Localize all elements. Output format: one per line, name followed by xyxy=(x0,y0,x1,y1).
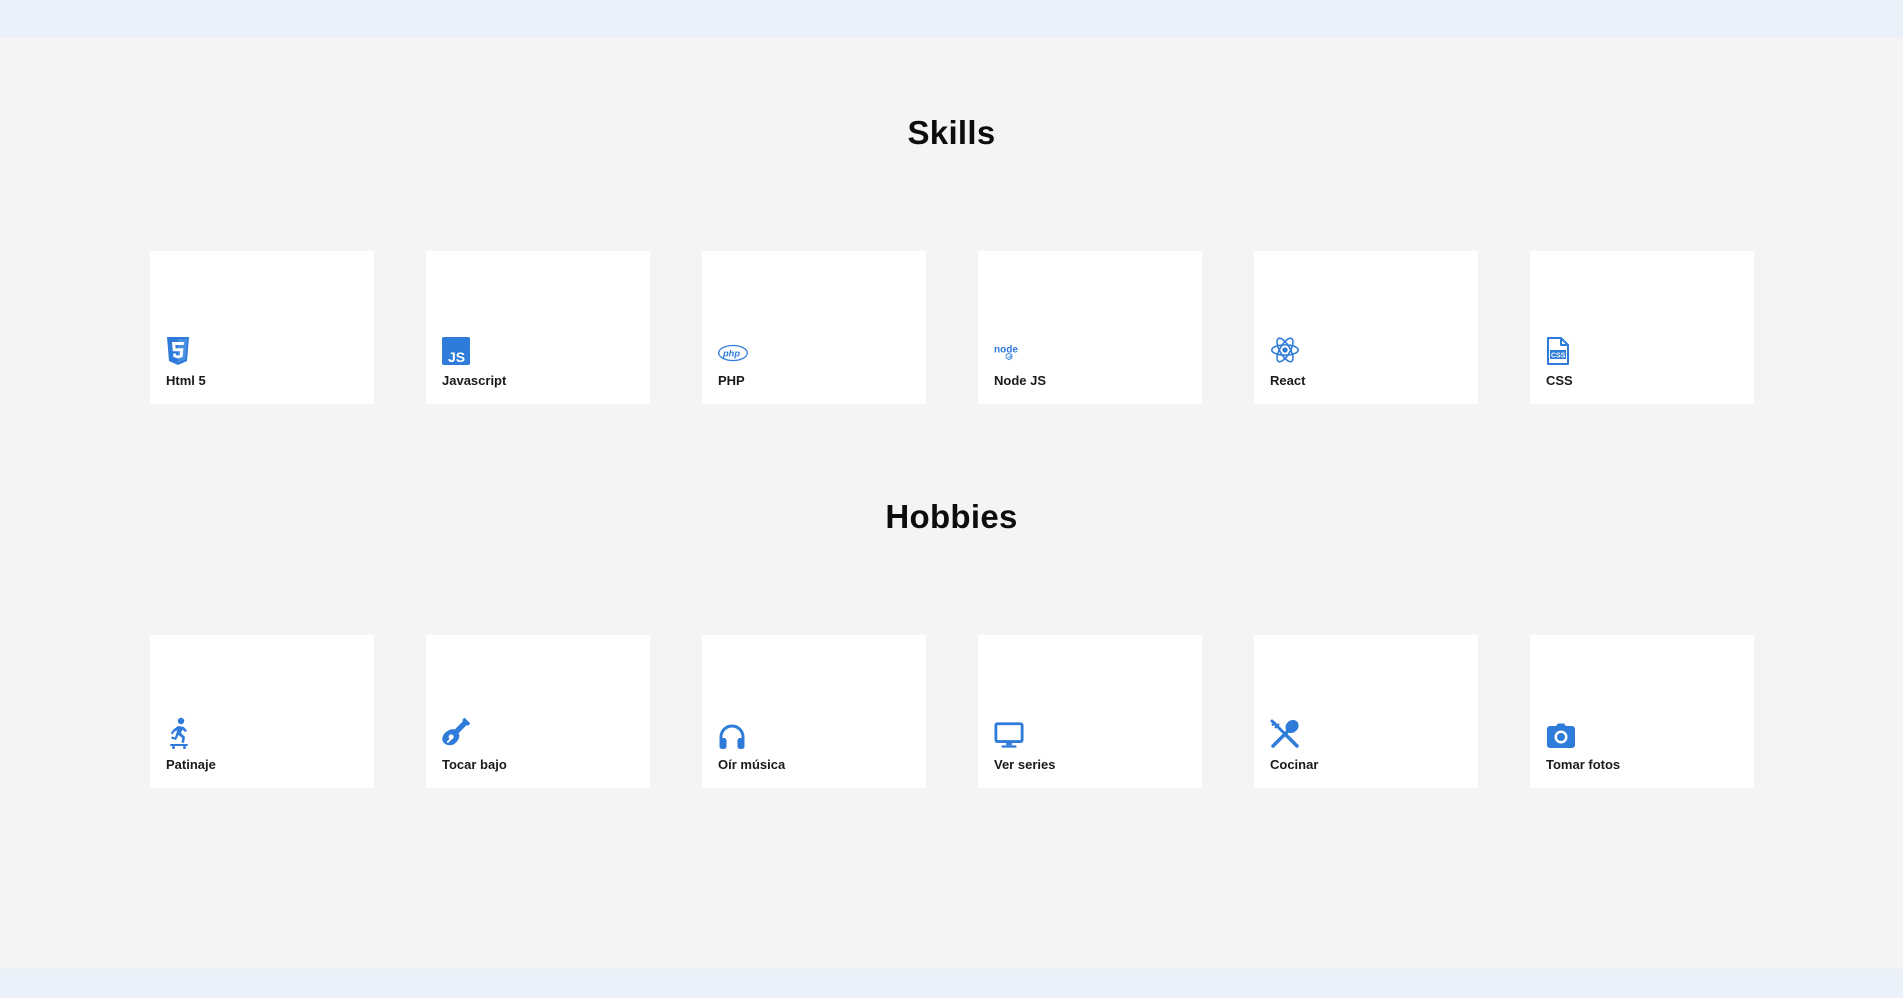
svg-text:JS: JS xyxy=(448,349,465,365)
hobbies-grid: Patinaje Tocar bajo Oír música Ver serie… xyxy=(150,635,1754,788)
nodejs-icon: node JS xyxy=(994,335,1024,365)
svg-text:CSS: CSS xyxy=(1551,353,1566,360)
hobby-label: Patinaje xyxy=(166,757,216,772)
skill-card-php[interactable]: php PHP xyxy=(702,251,926,404)
hobby-card-tomar-fotos[interactable]: Tomar fotos xyxy=(1530,635,1754,788)
skill-card-nodejs[interactable]: node JS Node JS xyxy=(978,251,1202,404)
css-file-icon: CSS xyxy=(1546,335,1576,365)
react-icon xyxy=(1270,335,1300,365)
hobby-label: Cocinar xyxy=(1270,757,1319,772)
javascript-icon: JS xyxy=(442,335,472,365)
hobby-card-cocinar[interactable]: Cocinar xyxy=(1254,635,1478,788)
skill-label: React xyxy=(1270,373,1306,388)
html5-icon xyxy=(166,335,196,365)
skill-card-css[interactable]: CSS CSS xyxy=(1530,251,1754,404)
skills-heading: Skills xyxy=(907,114,996,151)
hobby-label: Oír música xyxy=(718,757,786,772)
hobby-card-tocar-bajo[interactable]: Tocar bajo xyxy=(426,635,650,788)
tv-icon xyxy=(994,719,1024,749)
skill-card-javascript[interactable]: JS Javascript xyxy=(426,251,650,404)
skill-label: Html 5 xyxy=(166,373,206,388)
hobby-label: Tomar fotos xyxy=(1546,757,1621,772)
skill-label: Node JS xyxy=(994,373,1047,388)
skill-label: CSS xyxy=(1546,373,1573,388)
headphones-icon xyxy=(718,719,748,749)
svg-text:JS: JS xyxy=(1008,355,1013,359)
skateboarding-icon xyxy=(166,717,196,749)
skill-card-html5[interactable]: Html 5 xyxy=(150,251,374,404)
skill-label: PHP xyxy=(718,373,745,388)
skill-card-react[interactable]: React xyxy=(1254,251,1478,404)
hobby-card-ver-series[interactable]: Ver series xyxy=(978,635,1202,788)
hobby-label: Ver series xyxy=(994,757,1056,772)
hobbies-heading: Hobbies xyxy=(885,498,1018,535)
hobby-card-patinaje[interactable]: Patinaje xyxy=(150,635,374,788)
php-icon: php xyxy=(718,335,748,365)
skill-label: Javascript xyxy=(442,373,507,388)
camera-icon xyxy=(1546,719,1576,749)
svg-text:node: node xyxy=(994,344,1018,355)
hobby-card-oir-musica[interactable]: Oír música xyxy=(702,635,926,788)
utensils-icon xyxy=(1270,719,1300,749)
top-band xyxy=(0,0,1903,38)
guitar-icon xyxy=(442,717,472,749)
hobby-label: Tocar bajo xyxy=(442,757,507,772)
bottom-band xyxy=(0,969,1903,998)
skills-grid: Html 5 JS Javascript php PHP node JS Nod… xyxy=(150,251,1754,404)
svg-text:php: php xyxy=(722,349,740,359)
